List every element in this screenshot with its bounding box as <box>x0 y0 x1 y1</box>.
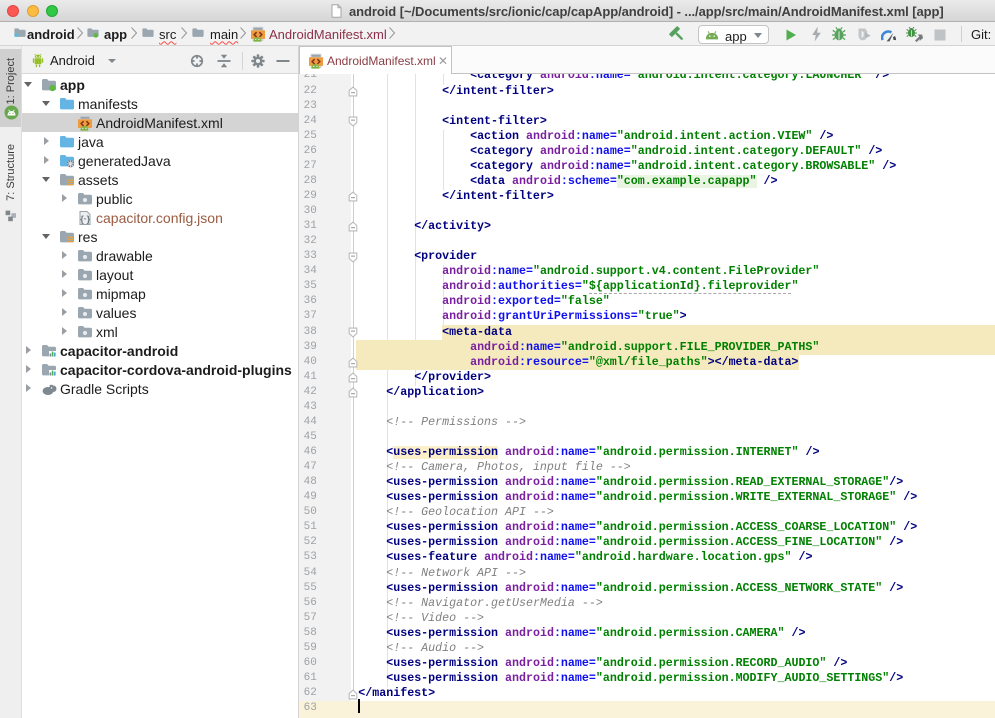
svg-text:{·}: {·} <box>80 214 90 224</box>
